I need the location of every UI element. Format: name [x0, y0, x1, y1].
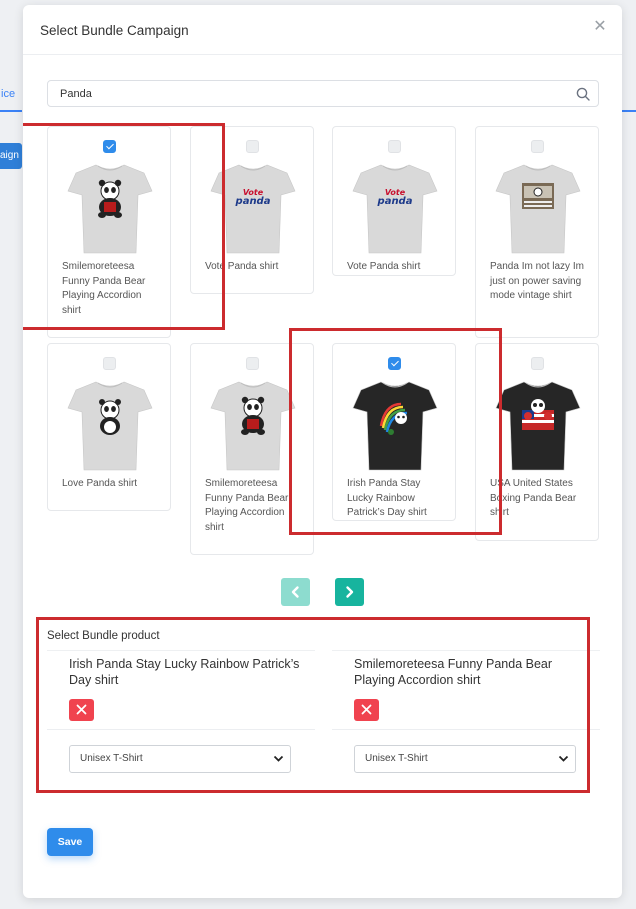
bundle-item: Smilemoreteesa Funny Panda Bear Playing … [332, 650, 600, 786]
select-checkbox[interactable] [388, 140, 401, 153]
background-button-fragment: aign [0, 143, 22, 169]
close-icon[interactable]: ✕ [592, 19, 608, 35]
close-icon [76, 704, 87, 715]
select-checkbox[interactable] [388, 357, 401, 370]
remove-bundle-item-button[interactable] [354, 699, 379, 721]
bundle-item: Irish Panda Stay Lucky Rainbow Patrick’s… [47, 650, 315, 786]
variant-select-value: Unisex T-Shirt [365, 753, 428, 764]
product-card[interactable]: Vote panda Vote Panda shirt [332, 126, 456, 276]
variant-select[interactable]: Unisex T-Shirt [69, 745, 291, 773]
save-button[interactable]: Save [47, 828, 93, 856]
chevron-left-icon [291, 586, 299, 598]
product-name: Smilemoreteesa Funny Panda Bear Playing … [205, 478, 289, 533]
select-checkbox[interactable] [103, 357, 116, 370]
product-card[interactable]: Smilemoreteesa Funny Panda Bear Playing … [190, 343, 314, 555]
background-tab-fragment: ice [1, 88, 16, 100]
chevron-right-icon [346, 586, 354, 598]
product-card[interactable]: Irish Panda Stay Lucky Rainbow Patrick’s… [332, 343, 456, 521]
chevron-down-icon [558, 755, 569, 762]
product-name: USA United States Boxing Panda Bear shir… [490, 478, 577, 518]
variant-select-value: Unisex T-Shirt [80, 753, 143, 764]
tshirt-image [352, 381, 438, 471]
chevron-down-icon [273, 755, 284, 762]
product-card[interactable]: Vote panda Vote Panda shirt [190, 126, 314, 294]
bundle-item-divider [332, 729, 600, 730]
bundle-section-label: Select Bundle product [47, 630, 160, 642]
product-card[interactable]: USA United States Boxing Panda Bear shir… [475, 343, 599, 541]
background-tab-underline [0, 110, 22, 112]
product-name: Vote Panda shirt [205, 261, 279, 272]
background-tab-underline-right [622, 110, 636, 112]
svg-text:panda: panda [377, 196, 413, 207]
tshirt-image: Votepanda [210, 164, 296, 254]
tshirt-image [67, 164, 153, 254]
remove-bundle-item-button[interactable] [69, 699, 94, 721]
svg-text:panda: panda [235, 196, 271, 207]
variant-select[interactable]: Unisex T-Shirt [354, 745, 576, 773]
select-checkbox[interactable] [531, 357, 544, 370]
product-name: Vote Panda shirt [347, 261, 421, 272]
product-card[interactable]: Love Panda shirt [47, 343, 171, 511]
previous-page-button[interactable] [281, 578, 310, 606]
select-checkbox[interactable] [531, 140, 544, 153]
product-card[interactable]: Smilemoreteesa Funny Panda Bear Playing … [47, 126, 171, 338]
next-page-button[interactable] [335, 578, 364, 606]
tshirt-image: Votepanda [352, 164, 438, 254]
select-bundle-modal: Select Bundle Campaign ✕ Smilemoreteesa … [23, 5, 622, 898]
product-name: Irish Panda Stay Lucky Rainbow Patrick’s… [347, 478, 427, 518]
tshirt-image [495, 164, 581, 254]
search-field[interactable] [47, 80, 599, 107]
select-checkbox[interactable] [246, 357, 259, 370]
tshirt-image [210, 381, 296, 471]
product-card[interactable]: Panda Im not lazy Im just on power savin… [475, 126, 599, 338]
modal-title: Select Bundle Campaign [40, 23, 189, 38]
product-name: Smilemoreteesa Funny Panda Bear Playing … [62, 261, 146, 316]
select-checkbox[interactable] [246, 140, 259, 153]
close-icon [361, 704, 372, 715]
modal-header: Select Bundle Campaign ✕ [23, 5, 622, 55]
tshirt-image [495, 381, 581, 471]
bundle-item-title: Smilemoreteesa Funny Panda Bear Playing … [354, 657, 553, 687]
search-icon[interactable] [576, 87, 590, 101]
bundle-item-title: Irish Panda Stay Lucky Rainbow Patrick’s… [69, 657, 300, 687]
product-name: Panda Im not lazy Im just on power savin… [490, 261, 584, 301]
tshirt-image [67, 381, 153, 471]
bundle-item-divider [47, 729, 315, 730]
product-name: Love Panda shirt [62, 478, 138, 489]
search-input[interactable] [58, 81, 558, 106]
select-checkbox[interactable] [103, 140, 116, 153]
